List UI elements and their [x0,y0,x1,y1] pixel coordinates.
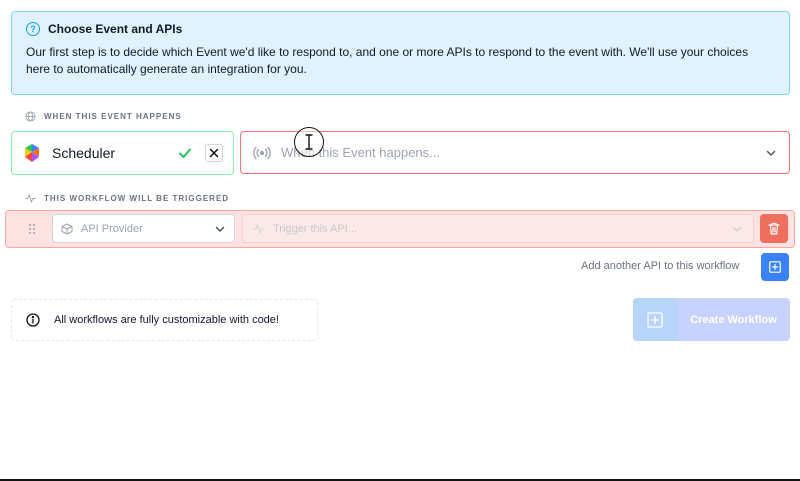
drag-handle-icon[interactable] [28,223,36,235]
api-provider-select[interactable]: API Provider [52,214,235,243]
clear-event-source-button[interactable] [205,144,223,162]
create-workflow-button[interactable]: Create Workflow [633,298,790,341]
cube-icon [61,223,73,234]
create-workflow-label: Create Workflow [690,313,777,326]
scheduler-logo-icon [25,144,39,162]
info-icon [26,313,40,327]
customizable-note-text: All workflows are fully customizable wit… [54,314,279,326]
trigger-api-placeholder: Trigger this API... [273,222,357,235]
activity-icon [25,194,36,203]
check-icon [179,148,191,158]
info-banner-title: Choose Event and APIs [48,22,183,36]
globe-icon [25,111,36,122]
event-source-label: Scheduler [52,145,116,161]
spark-icon [253,224,265,233]
event-select-placeholder: When this Event happens... [281,145,440,160]
info-banner-header: ? Choose Event and APIs [26,22,775,36]
create-workflow-icon-wrap [633,298,677,341]
question-icon: ? [26,22,40,36]
trigger-row: API Provider Trigger this API... [5,210,795,248]
plus-square-icon [769,261,781,273]
trigger-section-label: THIS WORKFLOW WILL BE TRIGGERED [25,193,229,204]
close-icon [209,148,219,158]
trash-icon [768,222,780,235]
text-cursor-icon [305,134,313,150]
add-api-label: Add another API to this workflow [581,260,740,272]
event-section-label-text: WHEN THIS EVENT HAPPENS [44,112,182,121]
selected-event-source[interactable]: Scheduler [11,131,234,175]
info-banner-text: Our first step is to decide which Event … [26,45,749,76]
chevron-down-icon [215,226,225,232]
broadcast-icon [253,146,271,159]
add-api-button[interactable] [761,253,789,281]
info-banner: ? Choose Event and APIs Our first step i… [11,11,790,95]
trigger-api-select[interactable]: Trigger this API... [242,214,754,243]
event-section-label: WHEN THIS EVENT HAPPENS [25,111,182,122]
trigger-section-label-text: THIS WORKFLOW WILL BE TRIGGERED [44,194,230,203]
delete-trigger-button[interactable] [760,214,788,243]
api-provider-placeholder: API Provider [81,222,143,235]
customizable-note: All workflows are fully customizable wit… [11,299,318,341]
chevron-down-icon [766,150,776,156]
chevron-down-icon [732,226,742,232]
plus-square-icon [647,311,663,328]
